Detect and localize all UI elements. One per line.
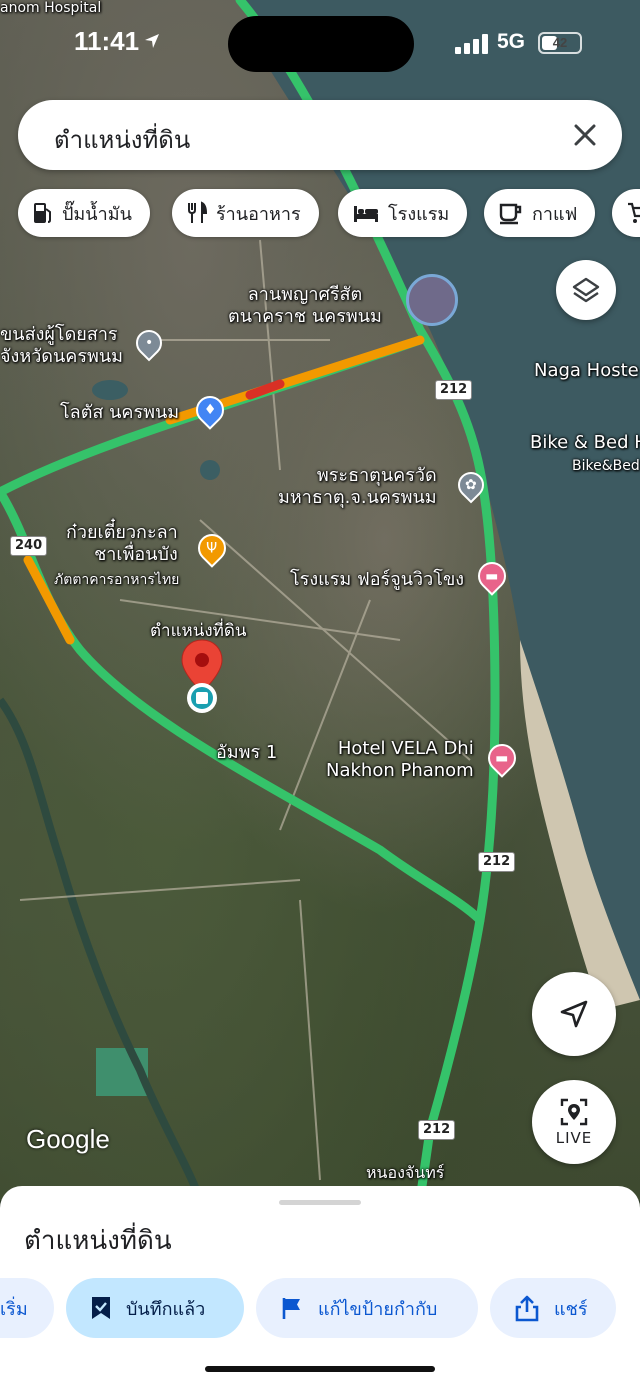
- layers-button[interactable]: [556, 260, 616, 320]
- temple-label[interactable]: พระธาตุนครวัด มหาธาตุ.จ.นครพนม: [278, 465, 437, 509]
- location-arrow-icon: [145, 34, 159, 48]
- share-icon: [515, 1295, 539, 1322]
- battery-icon: 42: [538, 32, 582, 54]
- flag-icon: [282, 1298, 300, 1319]
- chip-restaurant-label: ร้านอาหาร: [216, 203, 301, 225]
- live-view-button[interactable]: LIVE: [532, 1080, 616, 1164]
- search-bar[interactable]: ตำแหน่งที่ดิน: [18, 100, 622, 170]
- signal-icon: [455, 34, 488, 54]
- ampon-label: อัมพร 1: [216, 742, 278, 763]
- naga-hostel-label[interactable]: Naga Hoste: [534, 360, 639, 382]
- coffee-icon: [499, 203, 522, 225]
- edit-label-button[interactable]: แก้ไขป้ายกำกับ: [256, 1278, 478, 1338]
- hotel-fortune-label[interactable]: โรงแรม ฟอร์จูนวิวโขง: [290, 569, 464, 591]
- bookmark-icon: [92, 1297, 110, 1319]
- saved-label: บันทึกแล้ว: [126, 1298, 206, 1320]
- status-bar: 11:41 5G 42: [0, 0, 640, 80]
- monument-label-line: ลานพญาศรีสัต ตนาคราช นครพนม: [228, 284, 382, 327]
- place-title: ตำแหน่งที่ดิน: [24, 1226, 172, 1256]
- minor-roads: [19, 239, 471, 1181]
- chip-coffee[interactable]: กาแฟ: [484, 189, 596, 237]
- monument-photo-marker[interactable]: [406, 274, 458, 326]
- gas-station-icon: [34, 203, 51, 223]
- dynamic-island: [228, 16, 414, 72]
- start-button[interactable]: เริ่ม: [0, 1278, 54, 1338]
- my-location-button[interactable]: [532, 972, 616, 1056]
- route-212-shield-3: 212: [418, 1120, 456, 1140]
- bike-bed-label[interactable]: Bike & Bed H: [530, 432, 640, 454]
- edit-label-text: แก้ไขป้ายกำกับ: [318, 1298, 438, 1320]
- chip-coffee-label: กาแฟ: [532, 203, 578, 225]
- route-212-shield: 212: [435, 380, 473, 400]
- network-type: 5G: [497, 30, 526, 53]
- monument-label[interactable]: ลานพญาศรีสัต ตนาคราช นครพนม: [228, 284, 382, 328]
- chip-gas-label: ปั๊มน้ำมัน: [62, 203, 132, 225]
- bike-bed-sub-label: Bike&Bed: [572, 458, 640, 474]
- home-indicator[interactable]: [205, 1366, 435, 1372]
- route-212-shield-2: 212: [478, 852, 516, 872]
- battery-percent: 42: [552, 35, 568, 50]
- close-icon[interactable]: [570, 120, 600, 150]
- search-query[interactable]: ตำแหน่งที่ดิน: [54, 120, 190, 159]
- share-button[interactable]: แชร์: [490, 1278, 616, 1338]
- start-label: เริ่ม: [0, 1298, 28, 1320]
- route-240-shield: 240: [10, 536, 48, 556]
- nong-chan-label: หนองจันทร์: [366, 1163, 445, 1182]
- shopping-cart-icon: [628, 202, 640, 223]
- saved-button[interactable]: บันทึกแล้ว: [66, 1278, 244, 1338]
- chip-restaurant[interactable]: ร้านอาหาร: [172, 189, 319, 237]
- clock: 11:41: [74, 26, 140, 56]
- chip-hotel[interactable]: โรงแรม: [338, 189, 468, 237]
- hotel-vela-label[interactable]: Hotel VELA Dhi Nakhon Phanom: [326, 738, 474, 782]
- pond-3: [200, 460, 220, 480]
- restaurant-icon: [188, 201, 208, 223]
- noodle-shop-category: ภัตตาคารอาหารไทย: [54, 572, 180, 588]
- google-logo: Google: [26, 1124, 110, 1154]
- layers-icon: [572, 277, 600, 303]
- chip-gas[interactable]: ปั๊มน้ำมัน: [18, 189, 150, 237]
- navigation-arrow-icon: [560, 1000, 588, 1028]
- live-view-icon: [560, 1098, 588, 1126]
- hotel-icon: [354, 206, 378, 222]
- share-label: แชร์: [554, 1298, 588, 1320]
- place-bottom-sheet[interactable]: ตำแหน่งที่ดิน เริ่ม บันทึกแล้ว แก้ไขป้าย…: [0, 1186, 640, 1386]
- lotus-label[interactable]: โลตัส นครพนม: [60, 402, 179, 424]
- sheet-drag-handle[interactable]: [279, 1200, 361, 1205]
- live-label: LIVE: [555, 1129, 593, 1147]
- bus-station-label[interactable]: ขนส่งผู้โดยสาร จังหวัดนครพนม: [0, 324, 123, 368]
- pond-2: [92, 380, 128, 400]
- chip-hotel-label: โรงแรม: [388, 203, 450, 225]
- selected-location-pin-icon[interactable]: [178, 638, 226, 718]
- noodle-shop-label[interactable]: ก๋วยเตี๋ยวกะลา ชาเพื่อนบัง: [66, 522, 178, 566]
